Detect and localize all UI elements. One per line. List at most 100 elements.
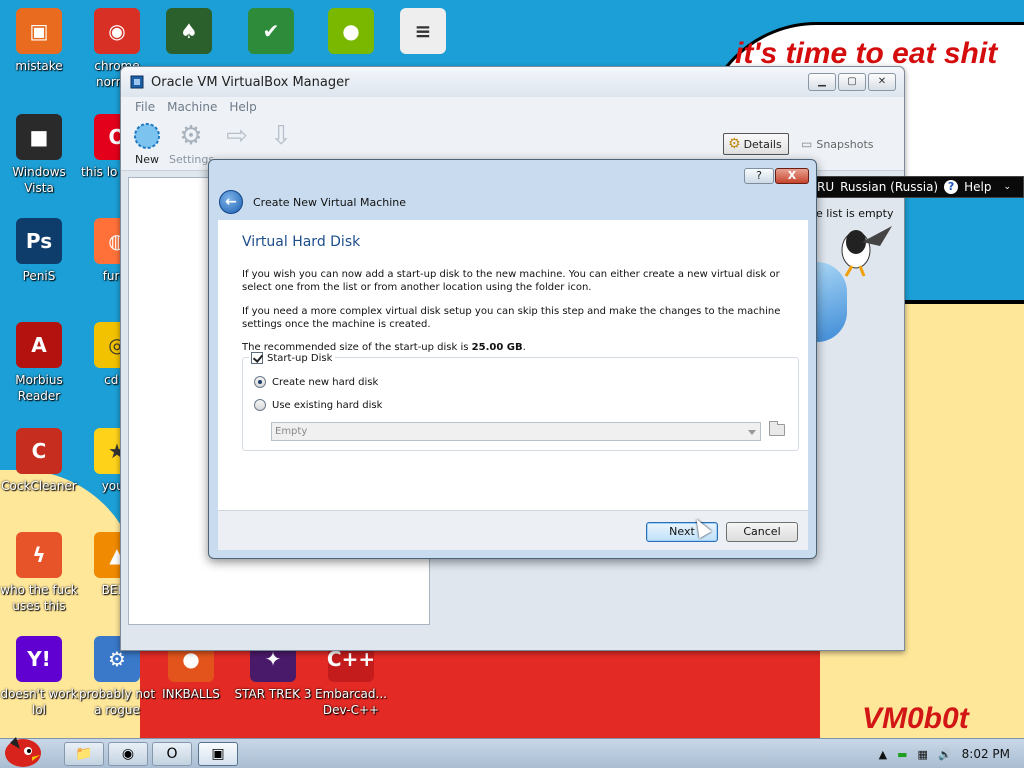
menu-machine[interactable]: Machine [167, 100, 217, 114]
desktop-icon-label: Morbius Reader [15, 373, 63, 403]
page-title: Virtual Hard Disk [242, 234, 361, 250]
network-icon[interactable]: ▦ [918, 748, 928, 761]
taskbar-explorer-button[interactable]: 📁 [64, 742, 104, 766]
snapshots-button[interactable]: ▭ Snapshots [801, 133, 874, 155]
virtualbox-icon [130, 75, 144, 89]
document-icon: ≡ [400, 8, 446, 54]
chrome-icon: ◉ [94, 8, 140, 54]
create-vm-wizard: ? X ← Create New Virtual Machine Virtual… [208, 159, 817, 559]
language-name[interactable]: Russian (Russia) [840, 180, 938, 194]
desktop-icon-flash[interactable]: ϟ who the fuck uses this [0, 532, 78, 614]
help-button[interactable]: ? [744, 168, 774, 184]
wizard-header-title: Create New Virtual Machine [253, 195, 407, 209]
desktop-icon-label: Embarcad... Dev-C++ [315, 687, 387, 717]
checkbox-checked-icon[interactable] [251, 352, 263, 364]
trash-icon: ■ [16, 114, 62, 160]
desktop-icon-label: mistake [15, 59, 63, 73]
desktop-icon-document[interactable]: ≡ [384, 8, 462, 58]
create-new-disk-label: Create new hard disk [272, 376, 379, 388]
details-button[interactable]: ⚙ Details [723, 133, 789, 155]
shield-icon: ✔ [248, 8, 294, 54]
start-button[interactable]: ⇨ [215, 121, 259, 153]
volume-icon[interactable]: 🔊 [938, 748, 952, 761]
cards-icon: ♠ [166, 8, 212, 54]
desktop-icon-label: who the fuck uses this [0, 583, 78, 613]
show-hidden-icons-icon[interactable]: ▲ [879, 748, 887, 761]
dialog-titlebar[interactable]: ? X [209, 160, 816, 184]
yahoo-icon: Y! [16, 636, 62, 682]
desktop-icon-label: CockCleaner [1, 479, 77, 493]
help-icon[interactable]: ? [944, 180, 959, 194]
new-icon [132, 121, 162, 151]
disk-select-value: Empty [275, 426, 308, 437]
photoshop-icon: Ps [16, 218, 62, 264]
language-help-label[interactable]: Help [964, 180, 991, 194]
menu-help[interactable]: Help [229, 100, 256, 114]
minimize-button[interactable]: ▁ [808, 73, 836, 91]
desktop-icon-ccleaner[interactable]: C CockCleaner [0, 428, 78, 494]
discard-button[interactable]: ⇩ [259, 121, 303, 153]
settings-button[interactable]: ⚙ Settings [169, 121, 214, 166]
recommended-size-value: 25.00 GB [471, 342, 523, 353]
flash-icon: ϟ [16, 532, 62, 578]
radio-unselected-icon[interactable] [254, 399, 266, 411]
start-button[interactable] [2, 729, 44, 768]
use-existing-disk-label: Use existing hard disk [272, 399, 383, 411]
desktop-icon-label: INKBALLS [162, 687, 220, 701]
chrome-icon: ◉ [121, 746, 135, 762]
ccleaner-icon: C [16, 428, 62, 474]
desktop-icon-solitaire[interactable]: ♠ [150, 8, 228, 58]
wizard-content: Virtual Hard Disk If you wish you can no… [218, 220, 808, 510]
recommended-size-suffix: . [522, 342, 526, 353]
folder-icon[interactable] [769, 421, 785, 436]
vm-list-empty-text: e list is empty [816, 207, 894, 220]
desktop-icon-shield[interactable]: ✔ [232, 8, 310, 58]
dialog-close-button[interactable]: X [775, 168, 809, 184]
startup-disk-label: Start-up Disk [267, 352, 333, 364]
radio-selected-icon[interactable] [254, 376, 266, 388]
maximize-button[interactable]: ▢ [838, 73, 866, 91]
menu-bar: File Machine Help [121, 97, 904, 117]
new-vm-button[interactable]: New [125, 121, 169, 166]
desktop-icon-reader[interactable]: A Morbius Reader [0, 322, 78, 404]
camera-icon: ▭ [801, 137, 813, 151]
desktop-icon-label: PeniS [22, 269, 56, 283]
system-tray: ▲ ▬ ▦ 🔊 8:02 PM [879, 739, 1024, 768]
create-new-disk-radio[interactable]: Create new hard disk [254, 376, 378, 388]
arrow-right-icon: ⇨ [226, 121, 248, 151]
clock[interactable]: 8:02 PM [962, 747, 1010, 761]
details-label: Details [743, 137, 782, 151]
desktop-icon-label: doesn't work lol [0, 687, 78, 717]
language-code: RU [817, 180, 835, 194]
taskbar-opera-button[interactable]: O [152, 742, 192, 766]
desktop-icon-label: Windows Vista [12, 165, 66, 195]
use-existing-disk-radio[interactable]: Use existing hard disk [254, 399, 382, 411]
back-arrow-icon[interactable]: ← [219, 190, 243, 214]
cancel-button[interactable]: Cancel [726, 522, 798, 542]
language-bar[interactable]: RU Russian (Russia) ? Help ⌄ [808, 176, 1024, 198]
battery-icon[interactable]: ▬ [897, 748, 907, 761]
desktop-icon-windows-vista[interactable]: ■ Windows Vista [0, 114, 78, 196]
monitor-icon: ▣ [16, 8, 62, 54]
new-label: New [135, 153, 159, 166]
taskbar: 📁 ◉ O ▣ ▲ ▬ ▦ 🔊 8:02 PM [0, 737, 1024, 768]
desktop-icon-photoshop[interactable]: Ps PeniS [0, 218, 78, 284]
desktop-icon-label: STAR TREK 3 [234, 687, 312, 701]
menu-file[interactable]: File [135, 100, 155, 114]
desktop-icon-label: probably not a rogue [78, 687, 156, 717]
wallpaper-signature: VM0b0t [862, 702, 969, 735]
chevron-down-icon[interactable]: ⌄ [1003, 182, 1011, 192]
taskbar-virtualbox-button[interactable]: ▣ [198, 742, 238, 766]
advanced-paragraph: If you need a more complex virtual disk … [242, 306, 781, 330]
desktop-icon-angry-birds[interactable]: ● [312, 8, 390, 58]
intro-paragraph: If you wish you can now add a start-up d… [242, 269, 780, 293]
desktop-icon-yahoo[interactable]: Y! doesn't work lol [0, 636, 78, 718]
taskbar-chrome-button[interactable]: ◉ [108, 742, 148, 766]
existing-disk-select[interactable]: Empty [271, 422, 761, 441]
gear-icon: ⚙ [179, 121, 203, 151]
chevron-down-icon[interactable] [748, 430, 756, 435]
startup-disk-checkbox[interactable]: Start-up Disk [249, 352, 336, 364]
window-titlebar[interactable]: Oracle VM VirtualBox Manager ▁ ▢ ✕ [121, 67, 904, 97]
close-button[interactable]: ✕ [868, 73, 896, 91]
desktop-icon-mistake[interactable]: ▣ mistake [0, 8, 78, 74]
